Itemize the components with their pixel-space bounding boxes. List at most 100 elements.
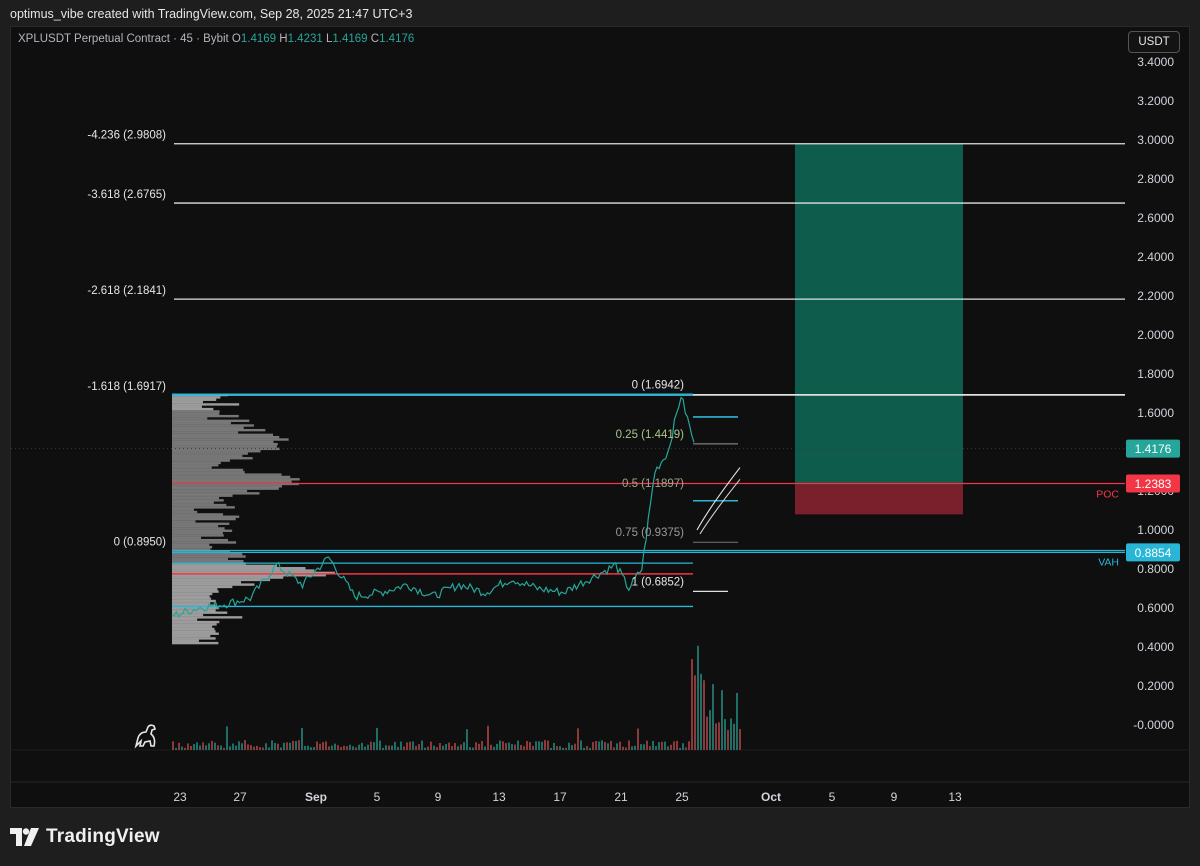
volume-profile-row bbox=[172, 567, 306, 570]
volume-bar bbox=[628, 740, 630, 750]
volume-profile-row bbox=[172, 529, 233, 532]
volume-profile-row bbox=[172, 496, 219, 500]
volume-bar bbox=[502, 741, 504, 750]
volume-profile-row bbox=[172, 433, 274, 437]
volume-profile-row bbox=[172, 443, 278, 446]
tradingview-wordmark: TradingView bbox=[46, 826, 160, 847]
volume-bar bbox=[406, 742, 408, 750]
volume-bar bbox=[658, 742, 660, 750]
volume-bar bbox=[718, 722, 720, 750]
volume-bar bbox=[481, 741, 483, 750]
volume-bar bbox=[535, 741, 537, 750]
volume-bar bbox=[301, 727, 303, 750]
volume-profile-row bbox=[172, 592, 213, 596]
volume-bar bbox=[466, 729, 468, 750]
volume-bar bbox=[529, 741, 531, 750]
volume-profile-row bbox=[172, 396, 221, 399]
volume-bar bbox=[475, 742, 477, 750]
volume-bar bbox=[697, 645, 699, 750]
volume-profile-row bbox=[172, 445, 277, 448]
volume-bar bbox=[568, 742, 570, 750]
volume-bar bbox=[622, 746, 624, 750]
volume-bar bbox=[265, 743, 267, 750]
volume-profile-row bbox=[172, 520, 196, 523]
volume-profile-row bbox=[172, 508, 194, 511]
y-tick-label: 1.6000 bbox=[1137, 406, 1174, 420]
time-axis[interactable]: 23 27 Sep 5 9 13 17 21 25 Oct 5 9 13 bbox=[173, 790, 962, 804]
y-tick-label: 2.0000 bbox=[1137, 328, 1174, 342]
volume-profile-row bbox=[172, 545, 213, 549]
volume-bar bbox=[625, 747, 627, 750]
fib-extension-label: -3.618 (2.6765) bbox=[87, 189, 166, 201]
volume-bar bbox=[421, 740, 423, 750]
y-tick-label: 0.8000 bbox=[1137, 562, 1174, 576]
volume-profile-row bbox=[172, 398, 217, 401]
target-zone[interactable] bbox=[795, 143, 963, 484]
volume-profile-row bbox=[172, 616, 243, 619]
volume-profile-row bbox=[172, 452, 248, 455]
volume-bar bbox=[580, 740, 582, 750]
volume-bar bbox=[736, 692, 738, 750]
volume-bar bbox=[424, 747, 426, 750]
volume-bar bbox=[262, 747, 264, 750]
volume-profile-row bbox=[172, 524, 219, 528]
volume-bar bbox=[310, 747, 312, 750]
x-tick-label: 13 bbox=[948, 790, 962, 804]
volume-profile-row bbox=[172, 473, 282, 476]
volume-bar bbox=[412, 741, 414, 750]
volume-profile-row bbox=[172, 454, 243, 458]
volume-bar bbox=[574, 743, 576, 750]
x-tick-label: 23 bbox=[173, 790, 187, 804]
volume-bar bbox=[304, 745, 306, 750]
volume-profile-row bbox=[172, 431, 239, 434]
volume-bar bbox=[712, 684, 714, 750]
volume-profile-row bbox=[172, 632, 219, 635]
volume-profile-row bbox=[172, 492, 260, 495]
volume-bar bbox=[346, 746, 348, 750]
price-chart[interactable]: -4.236 (2.9808) -3.618 (2.6765) -2.618 (2.… bbox=[0, 0, 1200, 808]
x-tick-label: 5 bbox=[829, 790, 836, 804]
volume-bar bbox=[478, 743, 480, 750]
volume-bar bbox=[682, 743, 684, 750]
volume-bar bbox=[733, 723, 735, 750]
volume-bar bbox=[541, 741, 543, 750]
volume-bar bbox=[511, 744, 513, 750]
volume-profile-row bbox=[172, 405, 202, 408]
volume-profile-row bbox=[172, 424, 254, 427]
volume-profile-row bbox=[172, 438, 289, 441]
close-label: C bbox=[370, 33, 380, 45]
volume-profile-row bbox=[172, 499, 224, 502]
volume-bar bbox=[397, 746, 399, 750]
volume-bar bbox=[268, 747, 270, 750]
volume-bar bbox=[355, 747, 357, 750]
volume-bar bbox=[553, 742, 555, 750]
volume-profile-row bbox=[172, 522, 230, 525]
close-value: 1.4176 bbox=[379, 33, 415, 45]
volume-bar bbox=[289, 742, 291, 750]
stop-zone[interactable] bbox=[795, 483, 963, 515]
x-tick-label: 9 bbox=[891, 790, 898, 804]
volume-bar bbox=[235, 745, 237, 750]
volume-profile-row bbox=[172, 503, 227, 507]
y-tick-label: 1.0000 bbox=[1137, 523, 1174, 537]
long-position-tool[interactable] bbox=[795, 143, 963, 515]
volume-bar bbox=[460, 744, 462, 750]
volume-bar bbox=[685, 747, 687, 750]
volume-bar bbox=[652, 740, 654, 750]
volume-bar bbox=[211, 740, 213, 750]
fib-retracement-label: 0.75 (0.9375) bbox=[616, 527, 685, 539]
volume-bar bbox=[679, 747, 681, 750]
volume-bar bbox=[352, 746, 354, 750]
volume-profile-row bbox=[172, 407, 214, 411]
price-axis[interactable]: 3.4000 3.2000 3.0000 2.8000 2.6000 2.4000 2.20… bbox=[1133, 55, 1174, 732]
y-tick-label: 3.0000 bbox=[1137, 133, 1174, 147]
y-tick-label: 0.4000 bbox=[1137, 640, 1174, 654]
volume-bar bbox=[349, 744, 351, 750]
volume-bar bbox=[226, 726, 228, 750]
volume-bar bbox=[487, 725, 489, 750]
tradingview-logo: TradingView bbox=[10, 826, 160, 848]
volume-bar bbox=[343, 745, 345, 750]
currency-button[interactable]: USDT bbox=[1128, 31, 1180, 53]
volume-bar bbox=[229, 746, 231, 750]
volume-bar bbox=[610, 740, 612, 750]
